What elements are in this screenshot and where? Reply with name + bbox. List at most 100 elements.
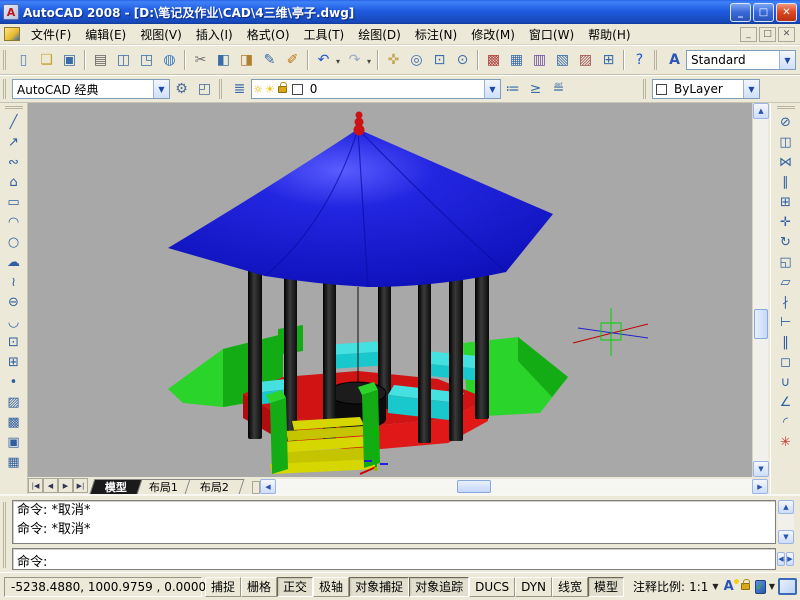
layout-tab[interactable]: 模型 [90,479,143,494]
offset-icon[interactable]: ∥ [775,173,797,193]
make-block-icon[interactable]: ⊞ [3,353,25,373]
toolbar-grip[interactable] [5,106,23,111]
block-editor-icon[interactable]: ✐ [281,49,304,72]
arc-icon[interactable]: ◠ [3,213,25,233]
horizontal-scroll-track[interactable] [276,479,752,494]
horizontal-scroll-thumb[interactable] [457,480,491,493]
move-icon[interactable]: ✛ [775,213,797,233]
open-icon[interactable]: ❏ [35,49,58,72]
clean-screen-button[interactable] [778,578,797,595]
chamfer-icon[interactable]: ∠ [775,393,797,413]
status-toggle-button[interactable]: 捕捉 [205,577,241,597]
menu-item[interactable]: 修改(M) [464,24,522,45]
trim-icon[interactable]: ∤ [775,293,797,313]
dropdown-arrow-icon[interactable]: ▼ [712,582,718,591]
menu-item[interactable]: 格式(O) [240,24,297,45]
markup-icon[interactable]: ▨ [574,49,597,72]
tab-next-button[interactable]: ▶ [58,478,73,493]
zoom-window-icon[interactable]: ⊡ [428,49,451,72]
rotate-icon[interactable]: ↻ [775,233,797,253]
copy-icon[interactable]: ◫ [775,133,797,153]
join-icon[interactable]: ∪ [775,373,797,393]
insert-block-icon[interactable]: ⊡ [3,333,25,353]
scrollbar-splitter[interactable] [252,481,260,494]
3d-dwf-icon[interactable]: ◍ [158,49,181,72]
close-button[interactable]: ✕ [776,3,797,22]
extend-icon[interactable]: ⊢ [775,313,797,333]
redo-icon[interactable]: ↷ [343,49,366,72]
cut-icon[interactable]: ✂ [189,49,212,72]
scroll-down-button[interactable]: ▼ [778,530,794,544]
command-window-grip[interactable] [3,502,8,568]
minimize-button[interactable]: _ [730,3,751,22]
ellipse-arc-icon[interactable]: ◡ [3,313,25,333]
pan-icon[interactable]: ✜ [382,49,405,72]
zoom-realtime-icon[interactable]: ◎ [405,49,428,72]
mirror-icon[interactable]: ⋈ [775,153,797,173]
match-properties-icon[interactable]: ✎ [258,49,281,72]
tool-palettes-icon[interactable]: ▥ [528,49,551,72]
status-toggle-button[interactable]: 模型 [588,577,624,597]
new-icon[interactable]: ▯ [12,49,35,72]
status-toggle-button[interactable]: 对象追踪 [409,577,469,597]
status-toggle-button[interactable]: 线宽 [552,577,588,597]
make-object-layer-current-icon[interactable]: ≔ [501,78,524,101]
text-style-icon[interactable]: A [663,49,686,72]
text-style-select[interactable]: Standard ▼ [686,50,796,70]
tab-prev-button[interactable]: ◀ [43,478,58,493]
layer-on-bulb-icon[interactable]: ☼ [253,84,263,95]
scroll-left-button[interactable]: ◀ [777,552,785,566]
layer-select[interactable]: ☼ ☀ 0 ▼ [251,79,501,99]
region-icon[interactable]: ▣ [3,433,25,453]
annotation-visibility-icon[interactable]: A [724,579,734,594]
dropdown-arrow-icon[interactable]: ▼ [769,582,775,591]
scroll-left-button[interactable]: ◀ [260,479,276,494]
scroll-right-button[interactable]: ▶ [786,552,794,566]
status-toggle-button[interactable]: DUCS [469,577,515,597]
annotation-scale-value[interactable]: 1:1 [689,580,708,594]
ellipse-icon[interactable]: ⊖ [3,293,25,313]
drawing-canvas[interactable] [28,103,752,477]
polyline-icon[interactable]: ∾ [3,153,25,173]
hatch-icon[interactable]: ▨ [3,393,25,413]
dropdown-arrow-icon[interactable]: ▼ [153,80,169,98]
quickcalc-icon[interactable]: ⊞ [597,49,620,72]
layer-lock-icon[interactable] [278,86,287,93]
help-icon[interactable]: ? [628,49,651,72]
toolbar-grip[interactable] [643,79,648,99]
toolbar-grip[interactable] [219,79,224,99]
menu-item[interactable]: 帮助(H) [581,24,637,45]
restore-button[interactable]: □ [753,3,774,22]
polygon-icon[interactable]: ⌂ [3,173,25,193]
erase-icon[interactable]: ⊘ [775,113,797,133]
toolbar-lock-icon[interactable] [741,583,750,590]
circle-icon[interactable]: ○ [3,233,25,253]
layer-freeze-sun-icon[interactable]: ☀ [265,84,275,95]
dropdown-arrow-icon[interactable]: ▼ [743,80,759,98]
menu-item[interactable]: 文件(F) [24,24,78,45]
sheet-set-icon[interactable]: ▧ [551,49,574,72]
command-history[interactable]: 命令: *取消*命令: *取消* [12,500,776,544]
properties-icon[interactable]: ▩ [482,49,505,72]
toolbar-grip[interactable] [3,50,8,70]
dropdown-arrow-icon[interactable]: ▼ [484,80,500,98]
layer-previous-icon[interactable]: ≥ [524,78,547,101]
status-toggle-button[interactable]: 正交 [277,577,313,597]
coordinate-readout[interactable]: -5238.4880, 1000.9759 , 0.0000 [4,577,202,597]
menu-item[interactable]: 视图(V) [133,24,189,45]
layer-color-swatch[interactable] [292,84,303,95]
rectangle-icon[interactable]: ▭ [3,193,25,213]
vertical-scroll-track[interactable] [753,119,768,461]
workspace-settings-icon[interactable]: ⚙ [170,78,193,101]
revision-cloud-icon[interactable]: ☁ [3,253,25,273]
status-toggle-button[interactable]: 对象捕捉 [349,577,409,597]
layout-tab[interactable]: 布局2 [185,479,245,494]
plot-preview-icon[interactable]: ◫ [112,49,135,72]
zoom-previous-icon[interactable]: ⊙ [451,49,474,72]
layer-states-icon[interactable]: ≝ [547,78,570,101]
line-icon[interactable]: ╱ [3,113,25,133]
menu-item[interactable]: 插入(I) [189,24,240,45]
designcenter-icon[interactable]: ▦ [505,49,528,72]
spline-icon[interactable]: ≀ [3,273,25,293]
my-workspace-icon[interactable]: ◰ [193,78,216,101]
